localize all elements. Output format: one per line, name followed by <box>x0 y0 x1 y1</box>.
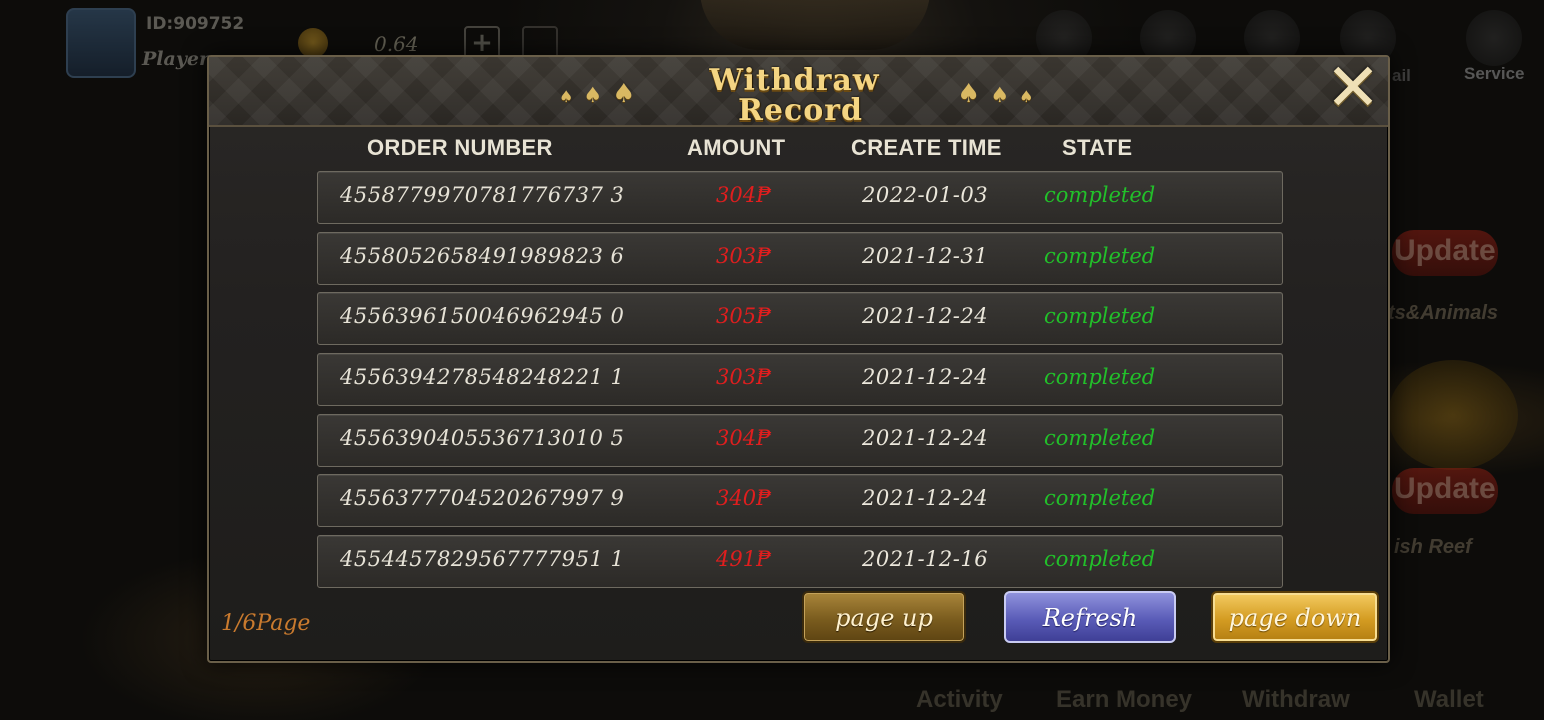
dialog-header: ♠♠♠ Withdraw Record ♠♠♠ ✕ <box>209 55 1388 128</box>
create-time: 2022-01-03 <box>862 183 989 207</box>
order-number: 4556394278548248221 1 <box>340 365 625 390</box>
game-label-2: ish Reef <box>1394 536 1472 558</box>
update-badge-1-text: Update <box>1394 234 1496 267</box>
page-down-button[interactable]: page down <box>1211 591 1379 643</box>
player-name: Player <box>142 48 209 70</box>
avatar <box>66 8 136 78</box>
state: completed <box>1044 365 1156 390</box>
amount: 305₱ <box>716 304 771 329</box>
close-icon[interactable]: ✕ <box>1323 55 1383 121</box>
page-up-button[interactable]: page up <box>802 591 966 643</box>
table-row: 4556390405536713010 5 304₱ 2021-12-24 co… <box>317 413 1283 467</box>
table-row: 4558779970781776737 3 304₱ 2022-01-03 co… <box>317 171 1283 224</box>
withdraw-record-dialog: ♠♠♠ Withdraw Record ♠♠♠ ✕ ORDER NUMBER A… <box>207 55 1390 663</box>
spade-icons-right: ♠♠♠ <box>957 79 1044 109</box>
amount: 304₱ <box>716 183 771 207</box>
create-time: 2021-12-24 <box>862 486 989 511</box>
column-header-state: STATE <box>1062 135 1133 160</box>
state: completed <box>1044 304 1156 329</box>
state: completed <box>1044 243 1156 268</box>
create-time: 2021-12-24 <box>862 425 989 450</box>
order-number: 4556377704520267997 9 <box>340 486 625 511</box>
nav-withdraw: Withdraw <box>1242 686 1350 713</box>
nav-activity: Activity <box>916 686 1003 713</box>
table-row: 4556394278548248221 1 303₱ 2021-12-24 co… <box>317 353 1283 407</box>
table-row: 4556396150046962945 0 305₱ 2021-12-24 co… <box>317 292 1283 346</box>
column-header-order-number: ORDER NUMBER <box>367 135 553 160</box>
service-label: Service <box>1464 64 1525 83</box>
create-time: 2021-12-24 <box>862 304 989 329</box>
amount: 340₱ <box>716 486 771 511</box>
state: completed <box>1044 183 1156 207</box>
records-table: 4558779970781776737 3 304₱ 2022-01-03 co… <box>317 171 1283 596</box>
state: completed <box>1044 486 1156 511</box>
user-id: ID:909752 <box>146 14 245 34</box>
fish-game-icon <box>1388 360 1518 470</box>
amount: 303₱ <box>716 243 771 268</box>
service-icon <box>1466 10 1522 66</box>
mail-label: ail <box>1392 66 1411 85</box>
state: completed <box>1044 547 1156 572</box>
balance: 0.64 <box>374 32 419 56</box>
order-number: 4558052658491989823 6 <box>340 243 625 268</box>
nav-wallet: Wallet <box>1414 686 1484 713</box>
create-time: 2021-12-24 <box>862 365 989 390</box>
table-row: 4556377704520267997 9 340₱ 2021-12-24 co… <box>317 474 1283 528</box>
column-header-create-time: CREATE TIME <box>851 135 1002 160</box>
amount: 491₱ <box>716 547 771 572</box>
refresh-button[interactable]: Refresh <box>1004 591 1176 643</box>
create-time: 2021-12-31 <box>862 243 989 268</box>
create-time: 2021-12-16 <box>862 547 989 572</box>
column-header-amount: AMOUNT <box>687 135 786 160</box>
page-indicator: 1/6Page <box>221 611 311 636</box>
table-row: 4558052658491989823 6 303₱ 2021-12-31 co… <box>317 231 1283 285</box>
dialog-title-line2: Record <box>737 93 864 128</box>
amount: 304₱ <box>716 425 771 450</box>
order-number: 4554457829567777951 1 <box>340 547 625 572</box>
game-label-1: ts&Animals <box>1388 302 1499 324</box>
coin-icon <box>298 28 328 58</box>
crest-decoration <box>700 0 930 50</box>
amount: 303₱ <box>716 365 771 390</box>
order-number: 4558779970781776737 3 <box>340 183 625 207</box>
table-row: 4554457829567777951 1 491₱ 2021-12-16 co… <box>317 535 1283 589</box>
state: completed <box>1044 425 1156 450</box>
order-number: 4556396150046962945 0 <box>340 304 625 329</box>
order-number: 4556390405536713010 5 <box>340 425 625 450</box>
nav-earn-money: Earn Money <box>1056 686 1193 713</box>
update-badge-2-text: Update <box>1394 472 1496 505</box>
